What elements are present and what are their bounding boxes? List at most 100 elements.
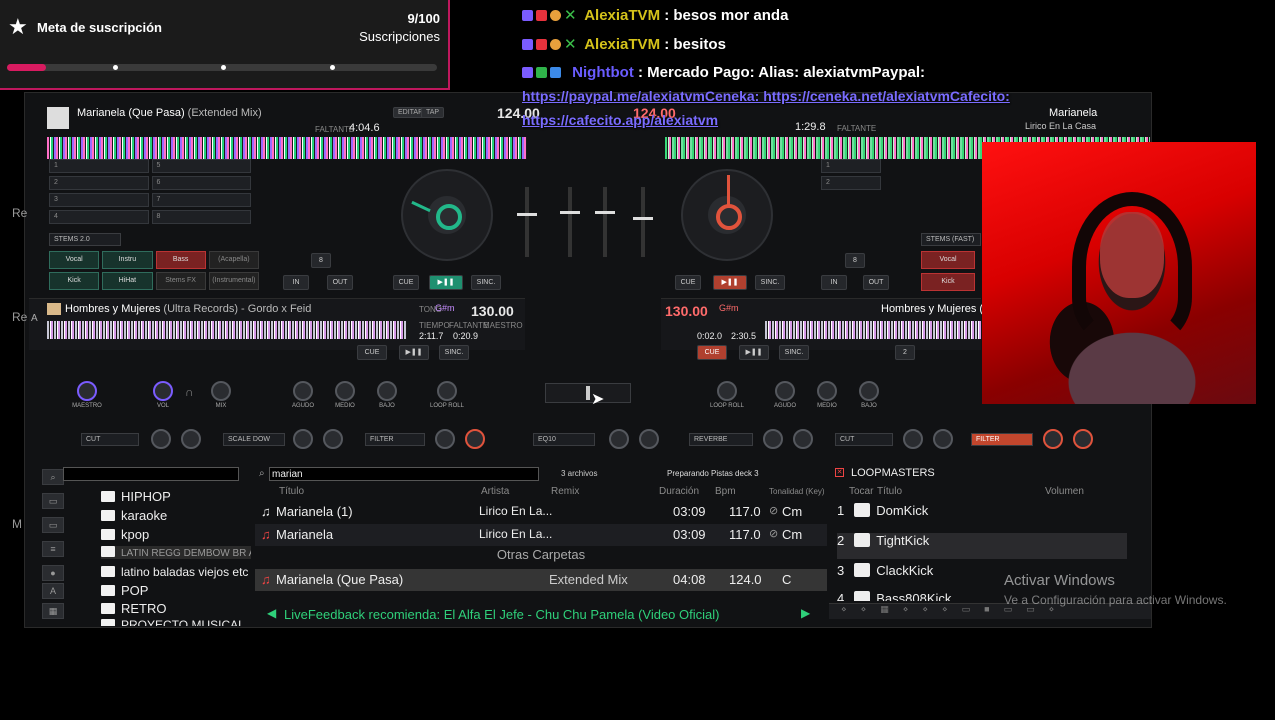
column-header[interactable]: Remix [551, 486, 579, 497]
pad-button[interactable]: 6 [151, 176, 251, 190]
deck-b-pitch-fader[interactable] [633, 187, 653, 257]
deck-d-loop-size[interactable]: 2 [895, 345, 915, 360]
fx-knob[interactable] [435, 429, 455, 449]
close-icon[interactable]: ✕ [835, 468, 844, 477]
deck-c-cue-button[interactable]: CUE [357, 345, 387, 360]
stem-button[interactable]: Vocal [49, 251, 100, 269]
pad-button[interactable]: 2 [821, 176, 881, 190]
loop-roll-knob[interactable] [717, 381, 737, 401]
arrow-left-icon[interactable]: ◀ [267, 606, 276, 620]
crossfader[interactable] [545, 383, 631, 403]
recommendation-text[interactable]: LiveFeedback recomienda: El Alfa El Jefe… [284, 607, 719, 622]
deck-d-sync-button[interactable]: SINC. [779, 345, 809, 360]
table-row[interactable]: ♫ Marianela Lirico En La... 03:09 117.0 … [255, 524, 827, 546]
deck-a-waveform[interactable] [47, 137, 527, 159]
fx-knob[interactable] [793, 429, 813, 449]
fx-knob[interactable] [323, 429, 343, 449]
fx-knob[interactable] [181, 429, 201, 449]
fx-dropdown[interactable]: SCALE DOW [223, 433, 285, 446]
deck-c-play-button[interactable]: ▶❚❚ [399, 345, 429, 360]
arrow-right-icon[interactable]: ▶ [801, 606, 810, 620]
pad-button[interactable]: 2 [49, 176, 149, 190]
list-icon[interactable]: ≡ [42, 541, 64, 557]
fx-dropdown[interactable]: REVERBE [689, 433, 753, 446]
deck-a-loop-size[interactable]: 8 [311, 253, 331, 268]
deck-a-cue-button[interactable]: CUE [393, 275, 419, 290]
folder-item[interactable]: kpop [101, 527, 149, 542]
deck-b-cue-button[interactable]: CUE [675, 275, 701, 290]
deck-b-jog-wheel[interactable] [681, 169, 773, 261]
bass-knob[interactable] [377, 381, 397, 401]
monitor-icon[interactable]: ▭ [42, 517, 64, 533]
loop-roll-knob[interactable] [437, 381, 457, 401]
history-icon[interactable]: ▦ [42, 603, 64, 619]
fx-dropdown[interactable]: CUT [81, 433, 139, 446]
fx-knob[interactable] [1043, 429, 1063, 449]
stem-button[interactable]: (Instrumental) [208, 272, 259, 290]
folder-item[interactable]: HIPHOP [101, 489, 171, 504]
fx-dropdown[interactable]: FILTER [971, 433, 1033, 446]
pad-button[interactable]: 3 [49, 193, 149, 207]
treble-knob[interactable] [775, 381, 795, 401]
stem-button[interactable]: Kick [921, 273, 975, 291]
fx-knob[interactable] [465, 429, 485, 449]
search-icon[interactable]: ⌕ [42, 469, 64, 485]
stem-button[interactable]: Instru [102, 251, 153, 269]
folder-search-input[interactable] [63, 467, 239, 481]
pad-button[interactable]: 8 [151, 210, 251, 224]
fx-dropdown[interactable]: FILTER [365, 433, 425, 446]
pad-button[interactable]: 5 [151, 159, 251, 173]
folder-item[interactable]: karaoke [101, 508, 167, 523]
fx-knob[interactable] [903, 429, 923, 449]
master-knob[interactable] [77, 381, 97, 401]
pad-button[interactable]: 1 [821, 159, 881, 173]
column-header[interactable]: Título [279, 486, 304, 497]
fx-knob[interactable] [933, 429, 953, 449]
stem-button[interactable]: Stems FX [155, 272, 206, 290]
folder-item[interactable]: POP [101, 583, 148, 598]
loop-item[interactable]: 2 TightKick [837, 533, 1127, 559]
bass-knob[interactable] [859, 381, 879, 401]
deck-c-waveform[interactable] [47, 321, 407, 339]
mid-knob[interactable] [335, 381, 355, 401]
deck-b-play-button[interactable]: ▶❚❚ [713, 275, 747, 290]
deck-a-sync-button[interactable]: SINC. [471, 275, 501, 290]
stem-button[interactable]: HiHat [102, 272, 153, 290]
column-header[interactable]: Artista [481, 486, 509, 497]
deck-b-stems-dropdown[interactable]: STEMS (FAST) [921, 233, 981, 246]
folder-item-selected[interactable]: LATIN REGG DEMBOW BR AF [101, 546, 251, 559]
table-row[interactable]: ♫ Marianela (1) Lirico En La... 03:09 11… [255, 501, 827, 523]
track-search-input[interactable] [269, 467, 539, 481]
folder-item[interactable]: latino baladas viejos etc [101, 565, 248, 579]
column-header[interactable]: Bpm [715, 486, 736, 497]
deck-b-loop-out-button[interactable]: OUT [863, 275, 889, 290]
table-row[interactable]: ♫ Marianela (Que Pasa) Extended Mix 04:0… [255, 569, 827, 591]
deck-d-cue-button[interactable]: CUE [697, 345, 727, 360]
deck-b-loop-size[interactable]: 8 [845, 253, 865, 268]
fx-knob[interactable] [763, 429, 783, 449]
treble-knob[interactable] [293, 381, 313, 401]
stem-button[interactable]: Bass [155, 251, 206, 269]
mid-knob[interactable] [817, 381, 837, 401]
pad-button[interactable]: 7 [151, 193, 251, 207]
eq-dropdown[interactable]: EQ10 [533, 433, 595, 446]
fx-knob[interactable] [1073, 429, 1093, 449]
deck-a-stems-dropdown[interactable]: STEMS 2.0 [49, 233, 121, 246]
eq-knob[interactable] [609, 429, 629, 449]
deck-a-loop-out-button[interactable]: OUT [327, 275, 353, 290]
deck-a-loop-in-button[interactable]: IN [283, 275, 309, 290]
deck-a-jog-wheel[interactable] [401, 169, 493, 261]
mix-knob[interactable] [211, 381, 231, 401]
pad-button[interactable]: 4 [49, 210, 149, 224]
stem-button[interactable]: (Acapella) [208, 251, 259, 269]
disc-icon[interactable]: ● [42, 565, 64, 581]
volume-knob[interactable] [153, 381, 173, 401]
sort-icon[interactable]: A [42, 583, 64, 599]
fx-dropdown[interactable]: CUT [835, 433, 893, 446]
stem-button[interactable]: Vocal [921, 251, 975, 269]
eq-knob[interactable] [639, 429, 659, 449]
deck-b-loop-in-button[interactable]: IN [821, 275, 847, 290]
fx-knob[interactable] [293, 429, 313, 449]
pad-button[interactable]: 1 [49, 159, 149, 173]
deck-b-volume-fader[interactable] [595, 187, 615, 257]
